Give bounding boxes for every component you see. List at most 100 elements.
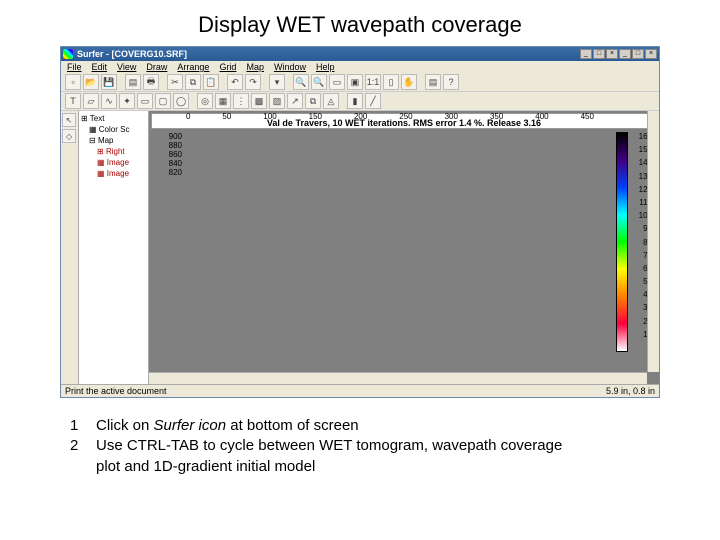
menu-arrange[interactable]: Arrange — [177, 62, 209, 72]
surfer-window: Surfer - [COVERG10.SRF] _ □ × _ □ × File… — [60, 46, 660, 398]
x-tick: 250 — [399, 112, 412, 124]
toolbar-main: ▫ 📂 💾 ▤ 🖶 ✂ ⧉ 📋 ↶ ↷ ▾ 🔍 🔍 ▭ ▣ 1:1 ▯ ✋ ▤ … — [61, 73, 659, 92]
tree-item[interactable]: ▦ Color Sc — [81, 124, 146, 135]
tree-item[interactable]: ⊞ Text — [81, 113, 146, 124]
zoom-actual-icon[interactable]: 1:1 — [365, 74, 381, 90]
y-tick: 820 — [152, 168, 182, 177]
symbol-icon[interactable]: ✦ — [119, 93, 135, 109]
y-tick: 900 — [152, 132, 182, 141]
zoom-fit-icon[interactable]: ▣ — [347, 74, 363, 90]
rectangle-icon[interactable]: ▭ — [137, 93, 153, 109]
menubar: File Edit View Draw Arrange Grid Map Win… — [61, 61, 659, 73]
shadedrelief-icon[interactable]: ▨ — [269, 93, 285, 109]
tree-item[interactable]: ⊞ Right — [81, 146, 146, 157]
surface-icon[interactable]: ◬ — [323, 93, 339, 109]
minimize-icon[interactable]: _ — [580, 49, 592, 59]
polygon-icon[interactable]: ▱ — [83, 93, 99, 109]
new-icon[interactable]: ▫ — [65, 74, 81, 90]
menu-draw[interactable]: Draw — [146, 62, 167, 72]
menu-map[interactable]: Map — [246, 62, 264, 72]
basemap-icon[interactable]: ▦ — [215, 93, 231, 109]
toolbar-draw: T ▱ ∿ ✦ ▭ ▢ ◯ ◎ ▦ ⋮ ▩ ▨ ↗ ⧉ ◬ ▮ ╱ — [61, 92, 659, 111]
x-tick: 400 — [535, 112, 548, 124]
close-icon[interactable]: × — [606, 49, 618, 59]
rounded-rect-icon[interactable]: ▢ — [155, 93, 171, 109]
x-tick: 300 — [445, 112, 458, 124]
tree-item[interactable]: ▦ Image — [81, 168, 146, 179]
side-toolbar: ↖ ◇ — [61, 111, 79, 384]
fill-icon[interactable]: ▮ — [347, 93, 363, 109]
menu-help[interactable]: Help — [316, 62, 335, 72]
plot-area[interactable]: Val de Travers, 10 WET iterations. RMS e… — [151, 113, 657, 129]
status-coords: 5.9 in, 0.8 in — [606, 386, 655, 396]
imagemap-icon[interactable]: ▩ — [251, 93, 267, 109]
step-text: Click on Surfer icon at bottom of screen — [96, 416, 359, 436]
paste-icon[interactable]: 📋 — [203, 74, 219, 90]
print-icon[interactable]: 🖶 — [143, 74, 159, 90]
y-tick: 840 — [152, 159, 182, 168]
redo-icon[interactable]: ↷ — [245, 74, 261, 90]
y-tick: 860 — [152, 150, 182, 159]
scrollbar-vertical[interactable] — [647, 111, 659, 372]
doc-restore-icon[interactable]: □ — [632, 49, 644, 59]
menu-edit[interactable]: Edit — [92, 62, 108, 72]
x-tick: 450 — [581, 112, 594, 124]
workspace: ↖ ◇ ⊞ Text ▦ Color Sc ⊟ Map ⊞ Right ▦ Im… — [61, 111, 659, 384]
menu-grid[interactable]: Grid — [219, 62, 236, 72]
polyline-icon[interactable]: ∿ — [101, 93, 117, 109]
save-icon[interactable]: 💾 — [101, 74, 117, 90]
menu-file[interactable]: File — [67, 62, 82, 72]
x-tick: 0 — [186, 112, 190, 124]
x-tick: 200 — [354, 112, 367, 124]
x-tick: 150 — [309, 112, 322, 124]
titlebar[interactable]: Surfer - [COVERG10.SRF] _ □ × _ □ × — [61, 47, 659, 61]
restore-icon[interactable]: □ — [593, 49, 605, 59]
menu-window[interactable]: Window — [274, 62, 306, 72]
open-icon[interactable]: 📂 — [83, 74, 99, 90]
app-icon — [63, 49, 73, 59]
x-tick: 100 — [263, 112, 276, 124]
object-tree[interactable]: ⊞ Text ▦ Color Sc ⊟ Map ⊞ Right ▦ Image … — [79, 111, 149, 384]
menu-view[interactable]: View — [117, 62, 136, 72]
y-tick: 880 — [152, 141, 182, 150]
step-number: 2 — [70, 436, 82, 456]
step-text: Use CTRL-TAB to cycle between WET tomogr… — [96, 436, 562, 456]
status-text: Print the active document — [65, 386, 167, 396]
postmap-icon[interactable]: ⋮ — [233, 93, 249, 109]
text-icon[interactable]: T — [65, 93, 81, 109]
step-text-cont: plot and 1D-gradient initial model — [96, 457, 650, 477]
doc-minimize-icon[interactable]: _ — [619, 49, 631, 59]
undo-icon[interactable]: ↶ — [227, 74, 243, 90]
tree-item[interactable]: ▦ Image — [81, 157, 146, 168]
cut-icon[interactable]: ✂ — [167, 74, 183, 90]
ellipse-icon[interactable]: ◯ — [173, 93, 189, 109]
statusbar: Print the active document 5.9 in, 0.8 in — [61, 384, 659, 397]
vectormap-icon[interactable]: ↗ — [287, 93, 303, 109]
wireframe-icon[interactable]: ⧉ — [305, 93, 321, 109]
object-manager-icon[interactable]: ▤ — [425, 74, 441, 90]
x-tick: 50 — [222, 112, 231, 124]
select-icon[interactable]: ↖ — [62, 113, 76, 127]
pan-icon[interactable]: ✋ — [401, 74, 417, 90]
doc-close-icon[interactable]: × — [645, 49, 657, 59]
x-axis: 0 50 100 150 200 250 300 350 400 450 — [186, 112, 594, 124]
colorbar — [616, 132, 628, 352]
zoom-in-icon[interactable]: 🔍 — [293, 74, 309, 90]
tree-item[interactable]: ⊟ Map — [81, 135, 146, 146]
reshape-icon[interactable]: ◇ — [62, 129, 76, 143]
line-icon[interactable]: ╱ — [365, 93, 381, 109]
zoom-dropdown[interactable]: ▾ — [269, 74, 285, 90]
zoom-rect-icon[interactable]: ▭ — [329, 74, 345, 90]
step-number: 1 — [70, 416, 82, 436]
zoom-out-icon[interactable]: 🔍 — [311, 74, 327, 90]
export-icon[interactable]: ▤ — [125, 74, 141, 90]
help-icon[interactable]: ? — [443, 74, 459, 90]
contour-icon[interactable]: ◎ — [197, 93, 213, 109]
zoom-page-icon[interactable]: ▯ — [383, 74, 399, 90]
window-buttons: _ □ × _ □ × — [580, 49, 657, 59]
instructions: 1 Click on Surfer icon at bottom of scre… — [70, 416, 650, 477]
titlebar-text: Surfer - [COVERG10.SRF] — [77, 49, 576, 59]
scrollbar-horizontal[interactable] — [149, 372, 647, 384]
copy-icon[interactable]: ⧉ — [185, 74, 201, 90]
x-tick: 350 — [490, 112, 503, 124]
